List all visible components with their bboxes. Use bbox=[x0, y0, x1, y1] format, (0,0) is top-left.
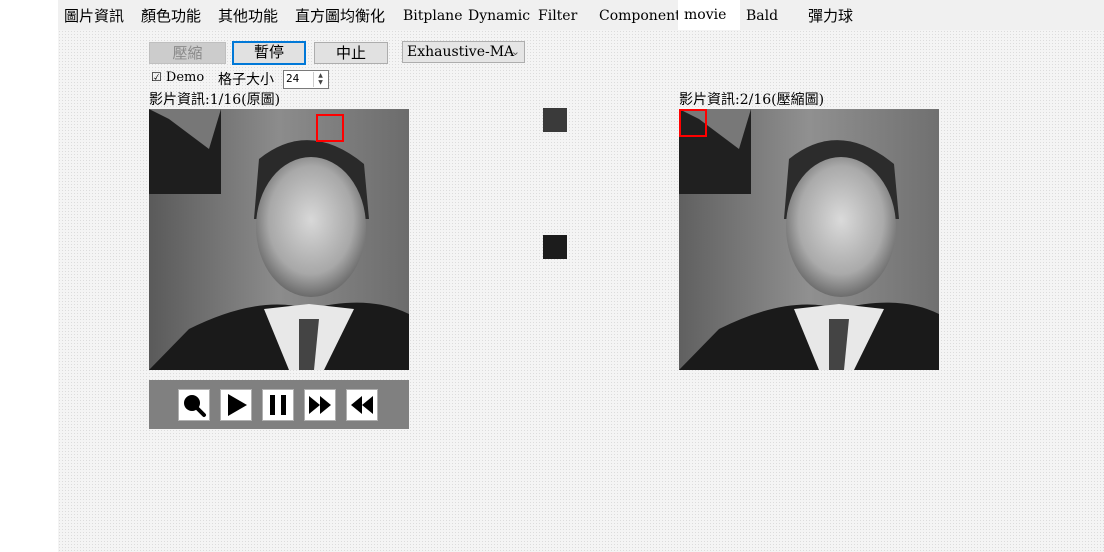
left-margin bbox=[0, 0, 58, 552]
checkbox-checked-icon: ☑ bbox=[151, 70, 162, 84]
stepper-up-icon[interactable]: ▲ bbox=[314, 72, 327, 79]
pause-icon bbox=[270, 395, 286, 415]
rewind-icon bbox=[351, 396, 373, 414]
play-icon bbox=[228, 394, 247, 416]
pause-button[interactable]: 暫停 bbox=[232, 41, 306, 65]
tab-dynamic[interactable]: Dynamic bbox=[468, 3, 530, 30]
tab-movie[interactable]: movie bbox=[678, 0, 740, 30]
method-select[interactable]: Exhaustive-MA ⌄ bbox=[402, 41, 525, 63]
grid-size-stepper[interactable]: 24 ▲ ▼ bbox=[283, 70, 329, 89]
play-button[interactable] bbox=[220, 389, 252, 421]
left-video-caption: 影片資訊:1/16(原圖) bbox=[149, 92, 281, 108]
stop-button[interactable]: 中止 bbox=[314, 42, 388, 64]
tab-bald[interactable]: Bald bbox=[746, 3, 778, 30]
compressed-frame-image bbox=[679, 109, 939, 370]
search-window-box bbox=[316, 114, 344, 142]
compress-button[interactable]: 壓縮 bbox=[149, 42, 226, 64]
current-block-preview bbox=[543, 108, 567, 132]
tab-image-info[interactable]: 圖片資訊 bbox=[64, 3, 124, 30]
tab-histogram[interactable]: 直方圖均衡化 bbox=[295, 3, 385, 30]
pause-playback-button[interactable] bbox=[262, 389, 294, 421]
stepper-down-icon[interactable]: ▼ bbox=[314, 79, 327, 86]
rewind-button[interactable] bbox=[346, 389, 378, 421]
matched-block-preview bbox=[543, 235, 567, 259]
chevron-down-icon: ⌄ bbox=[510, 45, 520, 58]
compressed-video-frame bbox=[679, 109, 939, 370]
tab-component[interactable]: Component bbox=[599, 3, 681, 30]
demo-label: Demo bbox=[165, 70, 205, 85]
zoom-icon bbox=[184, 395, 206, 417]
demo-checkbox[interactable]: ☑ Demo bbox=[151, 70, 204, 85]
player-controls bbox=[149, 380, 409, 429]
grid-size-value: 24 bbox=[286, 72, 300, 85]
tab-bar: 圖片資訊 顏色功能 其他功能 直方圖均衡化 Bitplane Dynamic F… bbox=[58, 0, 1104, 30]
tab-bitplane[interactable]: Bitplane bbox=[403, 3, 462, 30]
tab-filter[interactable]: Filter bbox=[538, 3, 577, 30]
right-video-caption: 影片資訊:2/16(壓縮圖) bbox=[679, 92, 825, 108]
original-frame-image bbox=[149, 109, 409, 370]
tab-other[interactable]: 其他功能 bbox=[218, 3, 278, 30]
grid-size-label: 格子大小 bbox=[218, 72, 274, 88]
method-select-value: Exhaustive-MA bbox=[407, 44, 515, 60]
matched-block-box bbox=[679, 109, 707, 137]
tab-bouncing-ball[interactable]: 彈力球 bbox=[808, 3, 853, 30]
zoom-button[interactable] bbox=[178, 389, 210, 421]
original-video-frame bbox=[149, 109, 409, 370]
fast-forward-button[interactable] bbox=[304, 389, 336, 421]
fast-forward-icon bbox=[309, 396, 331, 414]
tab-color[interactable]: 顏色功能 bbox=[141, 3, 201, 30]
